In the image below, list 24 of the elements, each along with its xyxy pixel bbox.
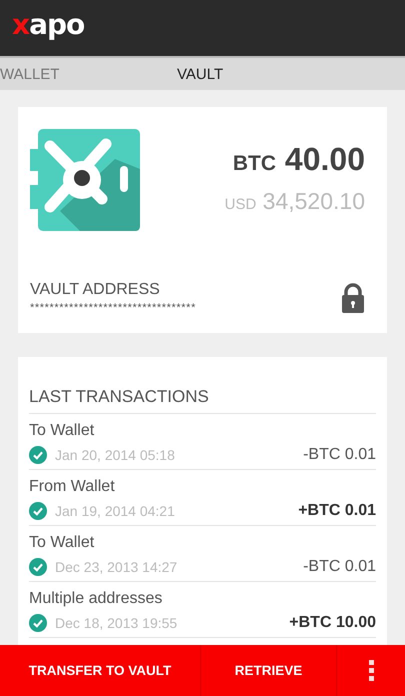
section-title: LAST TRANSACTIONS — [29, 387, 376, 414]
transaction-amount: +BTC 10.00 — [289, 614, 376, 632]
app-logo: xapo — [12, 11, 84, 43]
transaction-description: To Wallet — [29, 534, 96, 552]
transaction-date: Jan 19, 2014 04:21 — [55, 503, 176, 519]
transaction-date: Jan 20, 2014 05:18 — [55, 447, 176, 463]
transaction-amount: -BTC 0.01 — [303, 558, 376, 576]
usd-balance: USD 34,520.10 — [224, 188, 365, 215]
transaction-amount: +BTC 0.01 — [298, 502, 376, 520]
lock-icon[interactable] — [341, 282, 365, 312]
transaction-description: To Wallet — [29, 422, 96, 440]
tab[interactable]: WALLET — [0, 66, 177, 82]
action-button[interactable]: RETRIEVE — [201, 645, 337, 696]
tab[interactable]: VAULT — [177, 66, 224, 82]
action-button[interactable]: TRANSFER TO VAULT — [0, 645, 201, 696]
transaction-date: Dec 18, 2013 19:55 — [55, 615, 178, 631]
btc-balance: BTC 40.00 — [232, 141, 365, 178]
transaction-description: From Wallet — [29, 478, 116, 496]
safe-icon — [30, 129, 140, 231]
vault-address: ********************************** — [30, 302, 196, 314]
address-label: VAULT ADDRESS — [30, 281, 161, 299]
transaction-description: Multiple addresses — [29, 590, 164, 608]
transaction-amount: -BTC 0.01 — [303, 446, 376, 464]
transaction-date: Dec 23, 2013 14:27 — [55, 559, 178, 575]
